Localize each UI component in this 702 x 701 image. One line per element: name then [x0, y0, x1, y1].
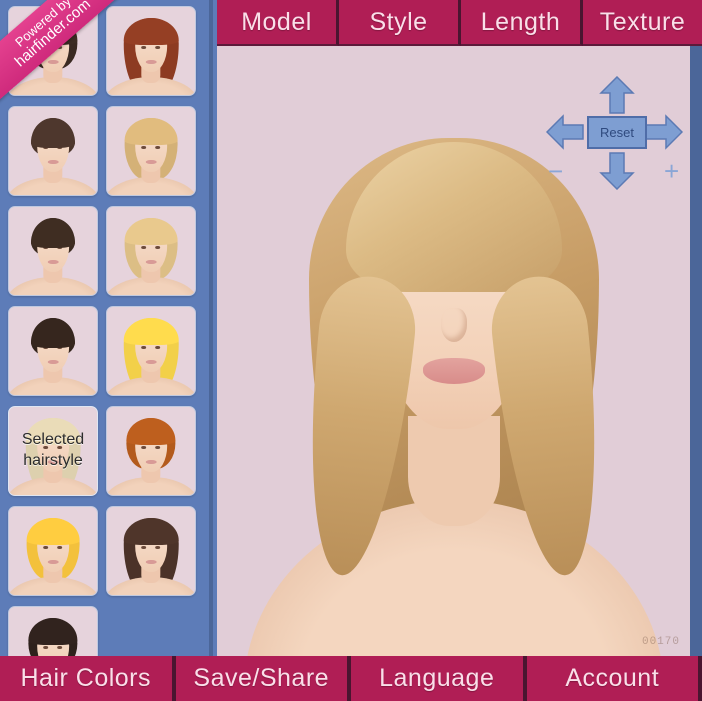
top-tab-bar: Model Style Length Texture — [217, 0, 702, 46]
thumbnail-hair-fringe — [31, 118, 75, 149]
thumbnail-portrait — [9, 507, 97, 595]
thumbnail-hair-fringe — [124, 218, 178, 245]
pan-down-button[interactable] — [599, 152, 635, 190]
thumbnail-hair-fringe — [124, 118, 178, 145]
model-viewer[interactable]: Reset − + 00170 — [217, 46, 690, 656]
thumbnail-hairstyle-asymmetric-dark-bob[interactable] — [8, 606, 98, 656]
tab-hair-colors[interactable]: Hair Colors — [0, 656, 176, 701]
thumbnail-portrait — [107, 107, 195, 195]
thumbnail-hairstyle-curly-golden-blonde[interactable] — [8, 506, 98, 596]
right-edge-strip — [690, 0, 702, 656]
thumbnail-portrait — [107, 507, 195, 595]
thumbnail-portrait — [107, 7, 195, 95]
reset-button[interactable]: Reset — [587, 116, 647, 149]
thumbnail-portrait — [107, 207, 195, 295]
tab-account[interactable]: Account — [526, 656, 702, 701]
thumbnail-portrait — [9, 7, 97, 95]
thumbnail-hairstyle-long-auburn-wavy[interactable] — [106, 6, 196, 96]
thumbnail-grid: Selected hairstyle — [0, 0, 209, 656]
zoom-in-button[interactable]: + — [664, 158, 679, 184]
thumbnail-portrait — [107, 307, 195, 395]
hairstyle-app: Model Style Length Texture Selected hairs… — [0, 0, 702, 701]
thumbnail-hairstyle-medium-blonde-curly[interactable] — [106, 206, 196, 296]
thumbnail-hairstyle-spiky-dark-brown[interactable] — [8, 206, 98, 296]
thumbnail-hair-fringe — [26, 518, 80, 545]
thumbnail-hair-fringe — [31, 218, 75, 249]
model-neck — [407, 416, 500, 526]
tab-style[interactable]: Style — [339, 0, 461, 46]
pan-left-button[interactable] — [546, 114, 584, 150]
thumbnail-hair-fringe — [123, 518, 179, 545]
thumbnail-portrait — [107, 407, 195, 495]
bottom-tab-bar: Hair Colors Save/Share Language Account — [0, 656, 702, 701]
thumbnail-hair-fringe — [126, 418, 176, 445]
thumbnail-hairstyle-short-copper-bob[interactable] — [106, 406, 196, 496]
image-watermark: 00170 — [641, 636, 680, 648]
thumbnail-hairstyle-short-blonde-layered[interactable] — [106, 106, 196, 196]
selected-label-line1: Selected — [21, 431, 85, 448]
tab-save-share[interactable]: Save/Share — [175, 656, 351, 701]
thumbnail-hair-fringe — [123, 18, 179, 45]
model-nose — [441, 308, 467, 342]
hairstyle-thumbnail-sidebar[interactable]: Selected hairstyle — [0, 0, 213, 656]
pan-up-button[interactable] — [599, 76, 635, 114]
thumbnail-hair-fringe — [123, 318, 179, 345]
pan-right-button[interactable] — [645, 114, 683, 150]
thumbnail-hair-fringe — [28, 618, 78, 645]
thumbnail-portrait — [9, 307, 97, 395]
view-control-pad: Reset − + — [546, 76, 683, 190]
tab-length[interactable]: Length — [461, 0, 583, 46]
thumbnail-hairstyle-pixie-dark-brown[interactable] — [8, 306, 98, 396]
zoom-out-button[interactable]: − — [548, 158, 563, 184]
thumbnail-hairstyle-short-dark-bob[interactable] — [8, 6, 98, 96]
thumbnail-hairstyle-long-bright-blonde[interactable] — [106, 306, 196, 396]
thumbnail-portrait — [9, 207, 97, 295]
thumbnail-hairstyle-long-dark-brown-wavy[interactable] — [106, 506, 196, 596]
tab-texture[interactable]: Texture — [583, 0, 702, 46]
thumbnail-hairstyle-short-brown-fringe[interactable] — [8, 106, 98, 196]
model-lips — [422, 358, 485, 384]
tab-language[interactable]: Language — [351, 656, 527, 701]
thumbnail-hair-fringe — [31, 318, 75, 349]
selected-label-line2: hairstyle — [23, 452, 83, 469]
thumbnail-hair-fringe — [28, 18, 78, 45]
tab-model[interactable]: Model — [217, 0, 339, 46]
thumbnail-hairstyle-long-blonde-wavy[interactable]: Selected hairstyle — [8, 406, 98, 496]
selected-hairstyle-label: Selected hairstyle — [9, 429, 97, 471]
thumbnail-portrait — [9, 607, 97, 656]
thumbnail-portrait — [9, 107, 97, 195]
